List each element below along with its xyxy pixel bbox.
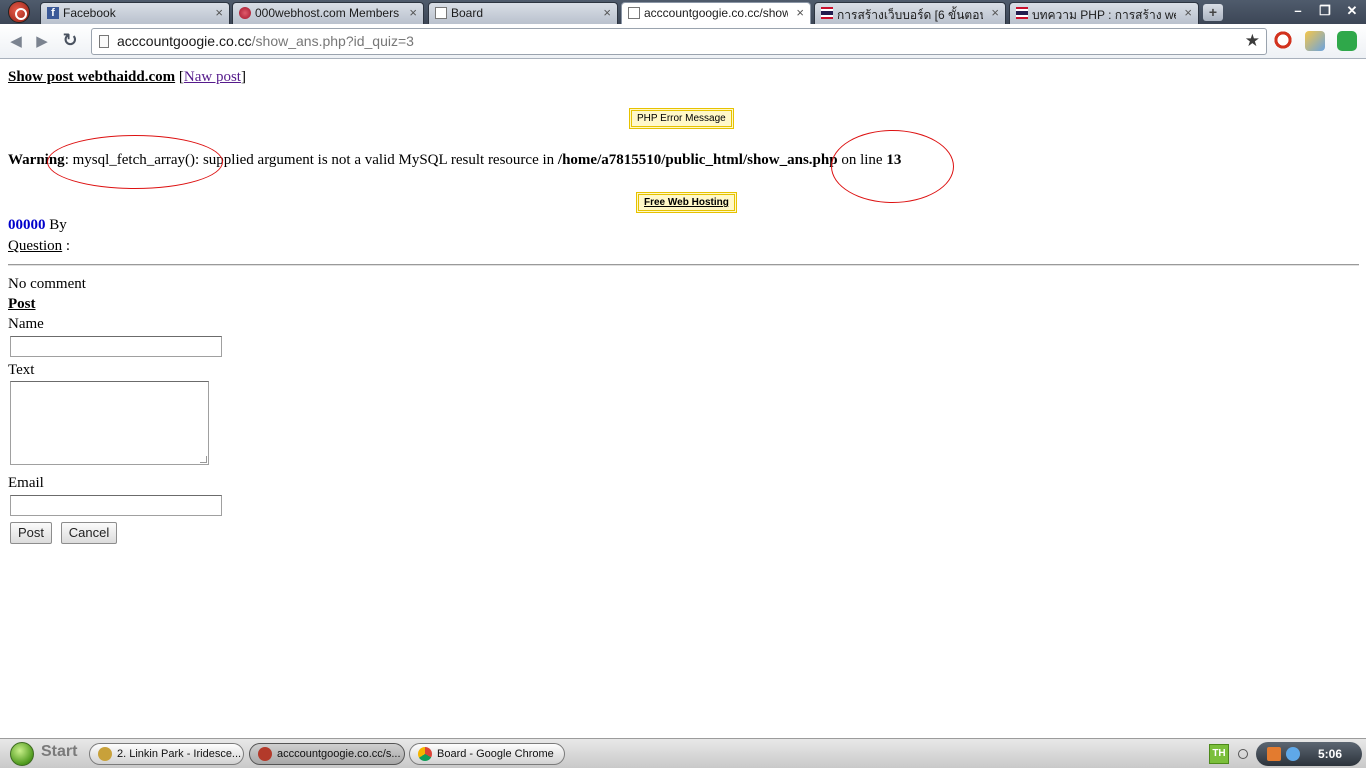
back-icon[interactable]: ◀: [6, 31, 26, 51]
bookmark-star-icon[interactable]: ★: [1245, 31, 1260, 51]
tab-close-icon[interactable]: ×: [215, 5, 223, 20]
tab-title: 000webhost.com Members Ar: [255, 6, 401, 20]
thai-flag-favicon-icon: [821, 7, 833, 19]
close-icon[interactable]: ✕: [1341, 3, 1363, 19]
windows-orb-icon: [10, 742, 34, 766]
divider: [8, 264, 1359, 266]
php-error-badge[interactable]: PHP Error Message: [629, 108, 734, 129]
red-annotation-circle: [47, 135, 223, 189]
tab-close-icon[interactable]: ×: [603, 5, 611, 20]
tab-strip: f Facebook × 000webhost.com Members Ar ×…: [0, 0, 1366, 24]
chrome-logo-icon[interactable]: [8, 1, 30, 23]
extension-green-icon[interactable]: [1337, 31, 1357, 51]
start-label: Start: [41, 743, 78, 760]
browser-icon: [258, 747, 272, 761]
page-favicon-icon: [628, 7, 640, 19]
winamp-icon: [98, 747, 112, 761]
language-indicator[interactable]: TH: [1209, 744, 1229, 764]
taskbar-item-label: acccountgoogie.co.cc/s...: [277, 748, 401, 760]
extension-icon[interactable]: [1305, 31, 1325, 51]
start-button[interactable]: Start: [8, 741, 86, 767]
free-web-hosting-badge[interactable]: Free Web Hosting: [636, 192, 737, 213]
text-label: Text: [8, 362, 35, 378]
text-area[interactable]: [10, 381, 209, 465]
name-field[interactable]: [10, 336, 222, 357]
tab-close-icon[interactable]: ×: [991, 5, 999, 20]
clock[interactable]: 5:06: [1318, 747, 1342, 761]
tab-title: Board: [451, 6, 484, 20]
email-field[interactable]: [10, 495, 222, 516]
windows-taskbar: Start 2. Linkin Park - Iridesce... accco…: [0, 738, 1366, 768]
tab-close-icon[interactable]: ×: [796, 5, 804, 20]
no-comment-text: No comment: [8, 276, 86, 292]
tab-000webhost[interactable]: 000webhost.com Members Ar ×: [232, 2, 424, 24]
taskbar-item-label: Board - Google Chrome: [437, 748, 554, 760]
page-icon: [99, 35, 109, 48]
tab-close-icon[interactable]: ×: [1184, 5, 1192, 20]
by-label: By: [49, 217, 67, 233]
forward-icon[interactable]: ▶: [32, 31, 52, 51]
page-content: Show post webthaidd.com [Naw post] PHP E…: [0, 60, 1366, 738]
facebook-favicon-icon: f: [47, 7, 59, 19]
post-heading: Post: [8, 296, 36, 312]
email-label: Email: [8, 475, 44, 491]
tab-title: การสร้างเว็บบอร์ด [6 ขั้นตอน]: [837, 8, 983, 22]
post-button[interactable]: Post: [10, 522, 52, 544]
new-post-link[interactable]: Naw post: [184, 69, 241, 85]
tab-title: บทความ PHP : การสร้าง webb: [1032, 8, 1176, 22]
warning-path: /home/a7815510/public_html/show_ans.php: [557, 152, 838, 168]
url-path: /show_ans.php?id_quiz=3: [251, 33, 414, 49]
000webhost-favicon-icon: [239, 7, 251, 19]
tray-app-icon[interactable]: [1267, 747, 1281, 761]
taskbar-item-chrome[interactable]: Board - Google Chrome: [409, 743, 565, 765]
tab-board[interactable]: Board ×: [428, 2, 618, 24]
red-annotation-circle: [831, 130, 954, 203]
address-bar[interactable]: acccountgoogie.co.cc/show_ans.php?id_qui…: [91, 28, 1267, 55]
new-tab-button[interactable]: +: [1203, 4, 1223, 21]
thai-flag-favicon-icon: [1016, 7, 1028, 19]
chrome-icon: [418, 747, 432, 761]
name-label: Name: [8, 316, 44, 332]
tab-title: acccountgoogie.co.cc/show_a: [644, 6, 788, 20]
url-text[interactable]: acccountgoogie.co.cc/show_ans.php?id_qui…: [117, 33, 414, 49]
tab-thai-php[interactable]: บทความ PHP : การสร้าง webb ×: [1009, 2, 1199, 24]
browser-toolbar: ◀ ▶ ↻ acccountgoogie.co.cc/show_ans.php?…: [0, 24, 1366, 59]
question-colon: :: [62, 238, 71, 254]
page-title: Show post webthaidd.com: [8, 69, 176, 85]
tray-circle-icon[interactable]: [1238, 749, 1248, 759]
url-host: acccountgoogie.co.cc: [117, 33, 252, 49]
reload-icon[interactable]: ↻: [60, 31, 80, 51]
search-extension-icon[interactable]: [1274, 31, 1294, 51]
network-icon[interactable]: [1286, 747, 1300, 761]
tab-title: Facebook: [63, 6, 116, 20]
post-number: 00000: [8, 217, 46, 233]
tab-show-ans-active[interactable]: acccountgoogie.co.cc/show_a ×: [621, 2, 811, 24]
tab-facebook[interactable]: f Facebook ×: [40, 2, 230, 24]
minimize-icon[interactable]: –: [1287, 3, 1309, 19]
question-label: Question: [8, 238, 63, 254]
tab-close-icon[interactable]: ×: [409, 5, 417, 20]
cancel-button[interactable]: Cancel: [61, 522, 117, 544]
taskbar-item-label: 2. Linkin Park - Iridesce...: [117, 748, 242, 760]
tab-thai-webboard[interactable]: การสร้างเว็บบอร์ด [6 ขั้นตอน] ×: [814, 2, 1006, 24]
restore-icon[interactable]: ❐: [1314, 3, 1336, 19]
page-header: Show post webthaidd.com [Naw post]: [8, 69, 246, 85]
taskbar-item-music[interactable]: 2. Linkin Park - Iridesce...: [89, 743, 244, 765]
question-line: Question :: [8, 238, 70, 255]
taskbar-item-browser-active[interactable]: acccountgoogie.co.cc/s...: [249, 743, 405, 765]
post-meta: 00000 By: [8, 217, 67, 234]
page-favicon-icon: [435, 7, 447, 19]
